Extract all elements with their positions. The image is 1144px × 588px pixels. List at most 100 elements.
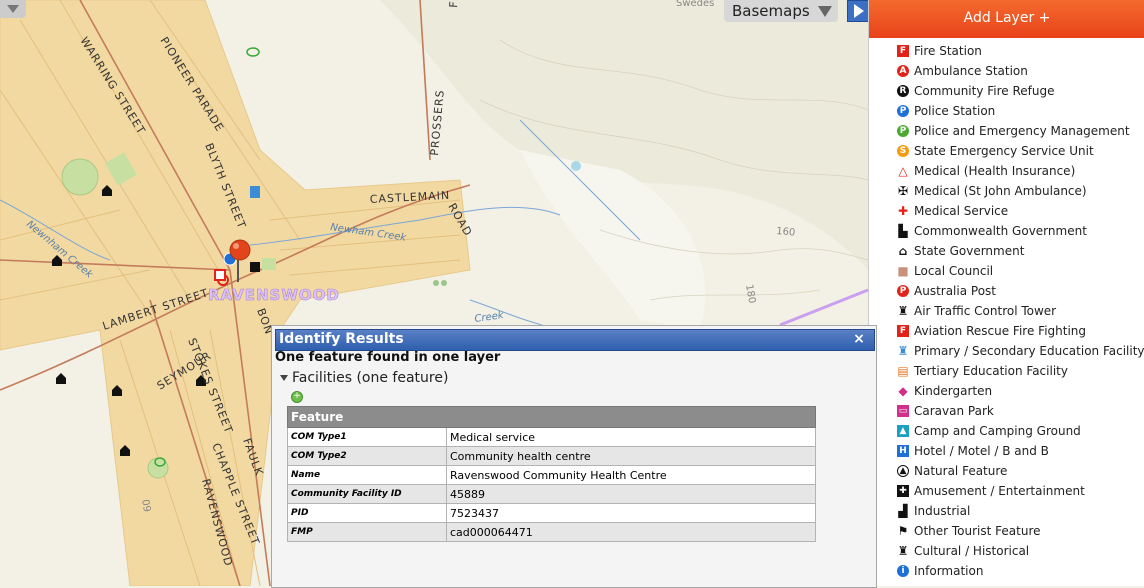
toggle-panel-button[interactable] <box>847 0 869 22</box>
layer-item[interactable]: ▙ Commonwealth Government <box>897 221 1144 241</box>
cultural-historical-icon: ♜ <box>897 544 909 558</box>
layer-label: Industrial <box>914 504 971 518</box>
attribute-key: COM Type1 <box>287 427 447 447</box>
layer-item[interactable]: i Information <box>897 561 1144 581</box>
layer-item[interactable]: ♜ Air Traffic Control Tower <box>897 301 1144 321</box>
play-arrow-icon <box>854 4 864 18</box>
layer-label: Community Fire Refuge <box>914 84 1055 98</box>
ses-unit-icon: S <box>897 145 909 157</box>
layer-item[interactable]: A Ambulance Station <box>897 61 1144 81</box>
basemaps-dropdown[interactable]: Basemaps <box>724 0 838 22</box>
attribute-key: Name <box>287 465 447 485</box>
layer-item[interactable]: F Aviation Rescue Fire Fighting <box>897 321 1144 341</box>
attribute-value: Community health centre <box>446 446 816 466</box>
ambulance-station-icon: A <box>897 65 909 77</box>
layer-item[interactable]: ▤ Tertiary Education Facility <box>897 361 1144 381</box>
layer-label: Information <box>914 564 984 578</box>
identify-header[interactable]: Identify Results × <box>275 329 875 351</box>
layer-label: Medical Service <box>914 204 1009 218</box>
fire-station-icon: F <box>897 45 909 57</box>
layer-label: Cultural / Historical <box>914 544 1030 558</box>
layer-label: Medical (St John Ambulance) <box>914 184 1087 198</box>
layer-item[interactable]: ⚑ Other Tourist Feature <box>897 521 1144 541</box>
layer-label: Aviation Rescue Fire Fighting <box>914 324 1087 338</box>
layer-label: Medical (Health Insurance) <box>914 164 1076 178</box>
australia-post-icon: P <box>897 285 909 297</box>
add-layer-button[interactable]: Add Layer + <box>869 0 1144 38</box>
layer-item[interactable]: △ Medical (Health Insurance) <box>897 161 1144 181</box>
place-label: Swedes <box>676 0 714 9</box>
medical-cross-icon: ✚ <box>897 204 909 218</box>
identify-results-dialog: Identify Results × One feature found in … <box>271 325 877 588</box>
layer-label: Air Traffic Control Tower <box>914 304 1057 318</box>
close-icon[interactable]: × <box>852 332 866 346</box>
layer-group-toggle[interactable]: Facilities (one feature) <box>280 370 448 386</box>
layer-item[interactable]: H Hotel / Motel / B and B <box>897 441 1144 461</box>
layer-group-label: Facilities (one feature) <box>292 370 449 386</box>
basemaps-label: Basemaps <box>732 2 810 20</box>
control-tower-icon: ♜ <box>897 304 909 318</box>
table-row: PID 7523437 <box>287 503 816 523</box>
layer-item[interactable]: ♜ Primary / Secondary Education Facility <box>897 341 1144 361</box>
layer-item[interactable]: ▭ Caravan Park <box>897 401 1144 421</box>
table-header: Feature <box>287 406 816 428</box>
layer-item[interactable]: ◆ Kindergarten <box>897 381 1144 401</box>
police-station-icon: P <box>897 105 909 117</box>
layer-label: Kindergarten <box>914 384 993 398</box>
attribute-key: PID <box>287 503 447 523</box>
st-john-icon: ✠ <box>897 184 909 198</box>
camping-icon: ▲ <box>897 425 909 437</box>
layer-item[interactable]: P Police and Emergency Management <box>897 121 1144 141</box>
school-icon: ♜ <box>897 344 909 358</box>
layer-item[interactable]: F Fire Station <box>897 41 1144 61</box>
chevron-down-icon <box>7 5 19 13</box>
layer-item[interactable]: ▲ Camp and Camping Ground <box>897 421 1144 441</box>
table-row: COM Type1 Medical service <box>287 427 816 447</box>
table-row: COM Type2 Community health centre <box>287 446 816 466</box>
table-row: Community Facility ID 45889 <box>287 484 816 504</box>
park-area <box>61 158 99 196</box>
zoom-to-feature-icon[interactable]: + <box>291 391 303 403</box>
layer-label: State Government <box>914 244 1025 258</box>
commonwealth-govt-icon: ▙ <box>898 224 908 238</box>
table-row: Name Ravenswood Community Health Centre <box>287 465 816 485</box>
layer-label: Ambulance Station <box>914 64 1028 78</box>
layer-label: Amusement / Entertainment <box>914 484 1085 498</box>
layer-item[interactable]: R Community Fire Refuge <box>897 81 1144 101</box>
attribute-value: 45889 <box>446 484 816 504</box>
attribute-value: cad000064471 <box>446 522 816 542</box>
amusement-icon: ✚ <box>897 485 909 497</box>
kindergarten-icon: ◆ <box>898 384 908 398</box>
layer-label: State Emergency Service Unit <box>914 144 1094 158</box>
identify-summary: One feature found in one layer <box>275 350 501 365</box>
layer-label: Other Tourist Feature <box>914 524 1041 538</box>
aviation-rescue-icon: F <box>897 325 909 337</box>
dialog-title: Identify Results <box>279 331 404 347</box>
layer-item[interactable]: P Police Station <box>897 101 1144 121</box>
information-icon: i <box>897 565 909 577</box>
layer-item[interactable]: ▟ Industrial <box>897 501 1144 521</box>
attribute-key: Community Facility ID <box>287 484 447 504</box>
contour-label: 160 <box>776 226 796 239</box>
layer-item[interactable]: ✚ Medical Service <box>897 201 1144 221</box>
layer-item[interactable]: P Australia Post <box>897 281 1144 301</box>
layer-item[interactable]: ✠ Medical (St John Ambulance) <box>897 181 1144 201</box>
layer-panel: Add Layer + F Fire Station A Ambulance Stat… <box>868 0 1144 586</box>
fire-refuge-icon: R <box>897 85 909 97</box>
town-label: RAVENSWOOD <box>208 286 340 304</box>
map-collapse-button[interactable] <box>0 0 26 18</box>
layer-label: Australia Post <box>914 284 997 298</box>
expand-arrow-icon <box>280 375 288 381</box>
layer-item[interactable]: ■ Local Council <box>897 261 1144 281</box>
tertiary-education-icon: ▤ <box>897 364 909 378</box>
state-govt-icon: ⌂ <box>898 244 908 258</box>
layer-item[interactable]: ▲ Natural Feature <box>897 461 1144 481</box>
layer-item[interactable]: ✚ Amusement / Entertainment <box>897 481 1144 501</box>
layer-item[interactable]: ⌂ State Government <box>897 241 1144 261</box>
layer-item[interactable]: S State Emergency Service Unit <box>897 141 1144 161</box>
emergency-management-icon: P <box>897 125 909 137</box>
attribute-key: COM Type2 <box>287 446 447 466</box>
layer-label: Natural Feature <box>914 464 1008 478</box>
layer-item[interactable]: ♜ Cultural / Historical <box>897 541 1144 561</box>
table-row: FMP cad000064471 <box>287 522 816 542</box>
